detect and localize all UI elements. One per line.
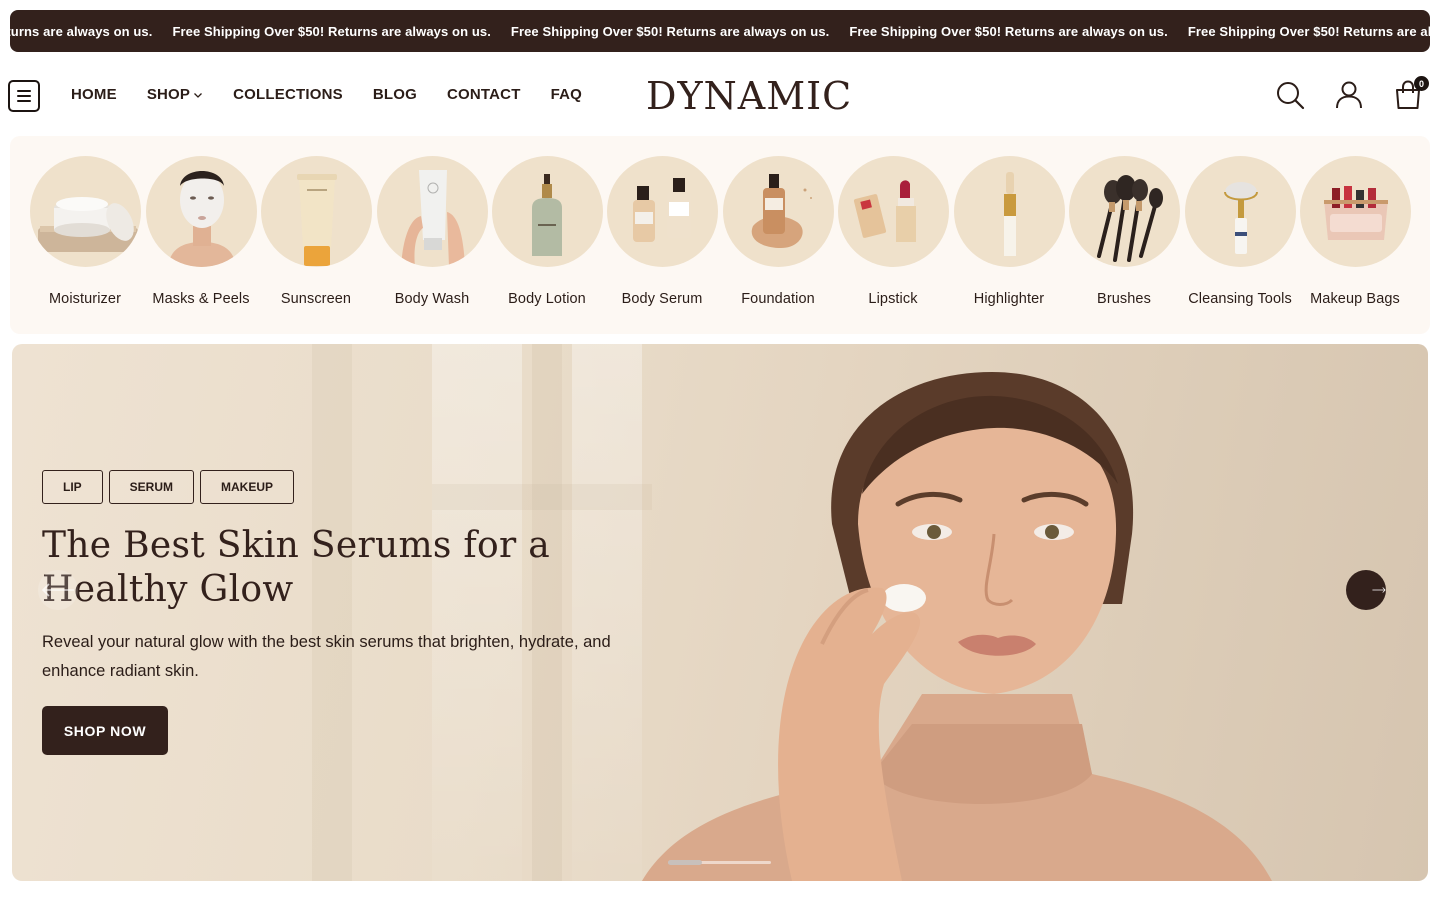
slider-prev-button[interactable] — [38, 570, 78, 610]
hero-banner: LIP SERUM MAKEUP The Best Skin Serums fo… — [12, 344, 1428, 881]
site-header: HOME SHOP COLLECTIONS BLOG CONTACT FAQ D… — [0, 52, 1440, 136]
foundation-bottle-icon — [722, 156, 834, 267]
announcement-text: Free Shipping Over $50! Returns are alwa… — [1187, 23, 1430, 39]
main-nav: HOME SHOP COLLECTIONS BLOG CONTACT FAQ — [71, 86, 612, 103]
category-label: Body Serum — [621, 291, 703, 307]
serum-bottles-icon — [606, 156, 718, 267]
hamburger-icon[interactable] — [8, 80, 40, 112]
facial-roller-icon — [1184, 156, 1296, 267]
category-label: Brushes — [1097, 291, 1151, 307]
arrow-left-icon — [41, 583, 74, 597]
slider-progress-bar — [668, 860, 771, 865]
lipstick-icon — [837, 156, 949, 267]
category-label: Masks & Peels — [152, 291, 250, 307]
tag-lip[interactable]: LIP — [42, 470, 103, 504]
category-item-lipstick[interactable]: Lipstick — [837, 156, 949, 307]
announcement-track: Free Shipping Over $50! Returns are alwa… — [10, 10, 1430, 52]
tag-serum[interactable]: SERUM — [108, 470, 195, 504]
category-item-sunscreen[interactable]: Sunscreen — [260, 156, 372, 307]
category-label: Cleansing Tools — [1188, 291, 1292, 307]
nav-faq[interactable]: FAQ — [551, 86, 582, 103]
makeup-bag-icon — [1299, 156, 1411, 267]
announcement-text: Free Shipping Over $50! Returns are alwa… — [849, 23, 1168, 39]
category-item-body-serum[interactable]: Body Serum — [606, 156, 718, 307]
category-item-moisturizer[interactable]: Moisturizer — [29, 156, 141, 307]
announcement-text: Free Shipping Over $50! Returns are alwa… — [10, 23, 153, 39]
cart-icon[interactable]: 0 — [1393, 76, 1429, 110]
highlighter-stick-icon — [953, 156, 1065, 267]
category-item-body-lotion[interactable]: Body Lotion — [491, 156, 603, 307]
category-strip: Moisturizer Masks & Peels Sunscreen Body… — [10, 136, 1430, 334]
category-item-cleansing-tools[interactable]: Cleansing Tools — [1184, 156, 1296, 307]
category-label: Body Lotion — [508, 291, 586, 307]
chevron-down-icon — [194, 92, 203, 98]
category-item-brushes[interactable]: Brushes — [1068, 156, 1180, 307]
category-label: Body Wash — [394, 291, 470, 307]
nav-shop[interactable]: SHOP — [147, 86, 203, 103]
slider-progress-fill — [668, 860, 702, 865]
hero-description: Reveal your natural glow with the best s… — [42, 633, 611, 680]
category-item-body-wash[interactable]: Body Wash — [376, 156, 488, 307]
model-image — [642, 372, 1272, 881]
cart-count-badge: 0 — [1414, 76, 1429, 91]
category-item-foundation[interactable]: Foundation — [722, 156, 834, 307]
lotion-pump-bottle-icon — [491, 156, 603, 267]
category-label: Highlighter — [973, 291, 1045, 307]
hero-title: The Best Skin Serums for a Healthy Glow — [42, 525, 551, 610]
nav-blog[interactable]: BLOG — [373, 86, 417, 103]
site-logo[interactable]: DYNAMIC — [646, 74, 851, 118]
category-item-highlighter[interactable]: Highlighter — [953, 156, 1065, 307]
category-label: Sunscreen — [280, 291, 352, 307]
tag-makeup[interactable]: MAKEUP — [200, 470, 295, 504]
body-wash-tube-icon — [376, 156, 488, 267]
announcement-text: Free Shipping Over $50! Returns are alwa… — [510, 23, 830, 39]
category-label: Makeup Bags — [1310, 291, 1400, 307]
nav-contact[interactable]: CONTACT — [447, 86, 521, 103]
category-item-masks-peels[interactable]: Masks & Peels — [145, 156, 257, 307]
slider-next-button[interactable] — [1346, 570, 1386, 610]
announcement-bar: Free Shipping Over $50! Returns are alwa… — [10, 10, 1430, 52]
category-label: Lipstick — [868, 291, 918, 307]
category-label: Moisturizer — [49, 291, 121, 307]
account-icon[interactable] — [1334, 80, 1364, 110]
sunscreen-tube-icon — [260, 156, 372, 267]
makeup-brushes-icon — [1068, 156, 1180, 267]
category-label: Foundation — [741, 291, 815, 307]
search-icon[interactable] — [1275, 80, 1305, 110]
announcement-text: Free Shipping Over $50! Returns are alwa… — [172, 23, 491, 39]
hero-tags: LIP SERUM MAKEUP — [42, 470, 295, 504]
nav-shop-label: SHOP — [146, 86, 191, 103]
face-mask-icon — [145, 156, 257, 267]
category-item-makeup-bags[interactable]: Makeup Bags — [1299, 156, 1411, 307]
arrow-right-icon — [1372, 587, 1386, 593]
moisturizer-jar-icon — [29, 156, 141, 267]
shop-now-button[interactable]: SHOP NOW — [42, 706, 168, 755]
nav-collections[interactable]: COLLECTIONS — [233, 86, 343, 103]
nav-home[interactable]: HOME — [71, 86, 117, 103]
